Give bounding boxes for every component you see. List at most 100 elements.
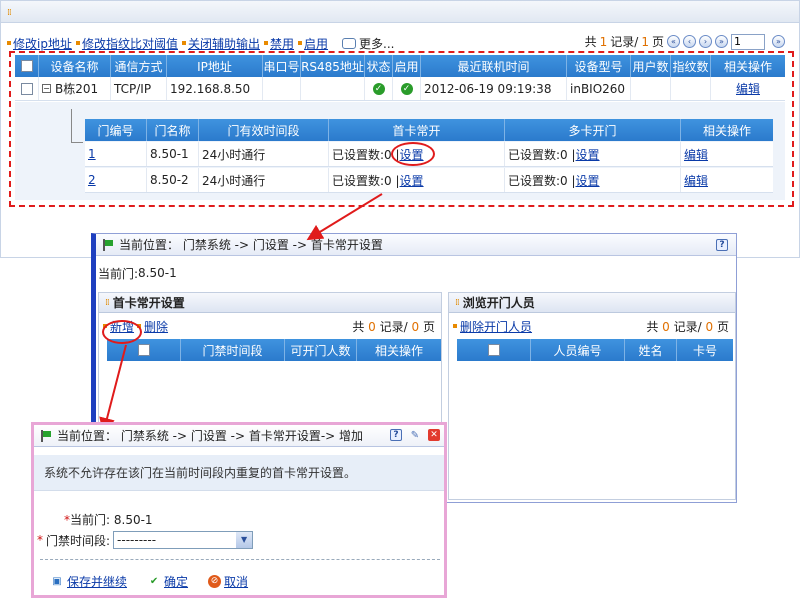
mid-title-bar: 当前位置： 门禁系统 -> 门设置 -> 首卡常开设置 ? — [96, 234, 736, 256]
first-card-count: 已设置数:0 | — [332, 173, 400, 188]
col-rs485: RS485地址 — [301, 55, 365, 77]
records-label: 记录/ — [379, 319, 408, 334]
highlight-circle — [102, 320, 142, 344]
disable-link[interactable]: 禁用 — [270, 35, 294, 52]
dialog-buttons: ▣ 保存并继续 ✔ 确定 ⊘ 取消 — [50, 573, 248, 590]
col-last-online[interactable]: 最近联机时间 — [421, 55, 567, 77]
openers-table-header: 人员编号 姓名 卡号 — [457, 339, 733, 361]
first-page-icon[interactable]: « — [667, 35, 680, 48]
device-table-header: 设备名称 通信方式 IP地址 串口号 RS485地址 状态 启用 最近联机时间 … — [15, 55, 785, 77]
device-fingerprints — [671, 77, 711, 100]
modify-threshold-link[interactable]: 修改指纹比对阈值 — [82, 35, 178, 52]
add-first-card-dialog: 当前位置： 门禁系统 -> 门设置 -> 首卡常开设置-> 增加 ? ✎ ✕ 系… — [31, 422, 447, 598]
edit-door-link[interactable]: 编辑 — [684, 172, 708, 189]
panel-header-strip: ⁞⁞ — [1, 1, 799, 23]
multi-card-set-link[interactable]: 设置 — [576, 146, 600, 163]
next-page-icon[interactable]: › — [699, 35, 712, 48]
pager-prefix: 共 — [584, 35, 597, 49]
page-count: 0 — [411, 319, 420, 334]
records-label: 记录/ — [610, 35, 639, 49]
bullet-icon — [263, 41, 268, 45]
select-all-checkbox[interactable] — [487, 344, 500, 356]
col-actions: 相关操作 — [723, 59, 772, 74]
select-all-checkbox[interactable] — [20, 60, 33, 72]
first-card-table-header: 门禁时间段 可开门人数 相关操作 — [107, 339, 441, 361]
door-table-header: 门编号 门名称 门有效时间段 首卡常开 多卡开门 相关操作 — [85, 119, 773, 141]
door-period: 24小时通行 — [199, 168, 329, 192]
delete-openers-link[interactable]: 删除开门人员 — [460, 318, 532, 335]
ok-button[interactable]: ✔ 确定 — [147, 573, 188, 590]
first-card-toolbar: 新增 删除 共 0 记录/ 0 页 — [99, 313, 441, 339]
flag-icon — [40, 429, 52, 442]
edit-device-link[interactable]: 编辑 — [736, 80, 760, 97]
ok-label: 确定 — [164, 575, 189, 589]
more-menu[interactable]: 更多... — [342, 35, 394, 52]
door-name: 8.50-1 — [147, 142, 199, 166]
tools-icon[interactable]: ✎ — [408, 429, 422, 443]
table-row[interactable]: 2 8.50-2 24小时通行 已设置数:0 | 设置 已设置数:0 | 设置 … — [85, 168, 773, 193]
close-aux-output-link[interactable]: 关闭辅助输出 — [188, 35, 260, 52]
page-count: 1 — [641, 34, 649, 49]
col-actions: 相关操作 — [374, 343, 423, 358]
bullet-icon — [181, 41, 186, 45]
device-users — [631, 77, 671, 100]
col-serial: 串口号 — [263, 55, 301, 77]
door-no-link[interactable]: 2 — [88, 173, 96, 187]
bullet-icon — [7, 41, 11, 45]
save-continue-button[interactable]: ▣ 保存并继续 — [50, 573, 127, 590]
door-no-link[interactable]: 1 — [88, 147, 96, 161]
col-comm: 通信方式 — [111, 55, 167, 77]
period-select-value: --------- — [117, 533, 157, 547]
col-person-no[interactable]: 人员编号 — [531, 339, 625, 361]
breadcrumb: 当前位置： 门禁系统 -> 门设置 -> 首卡常开设置 — [119, 238, 383, 252]
grip-icon: ⁞⁞ — [105, 297, 110, 308]
col-door-no[interactable]: 门编号 — [85, 119, 147, 141]
pages-label: 页 — [422, 319, 435, 334]
tree-line — [71, 142, 83, 143]
cancel-label: 取消 — [224, 575, 249, 589]
last-page-icon[interactable]: » — [715, 35, 728, 48]
period-select[interactable]: --------- ▼ — [113, 531, 254, 549]
status-ok-icon: ✓ — [372, 82, 385, 95]
bullet-icon — [75, 41, 80, 45]
select-all-checkbox[interactable] — [137, 344, 150, 356]
help-icon[interactable]: ? — [716, 238, 728, 251]
bullet-icon — [298, 41, 302, 45]
prev-page-icon[interactable]: ‹ — [683, 35, 696, 48]
go-page-icon[interactable]: » — [772, 35, 785, 48]
col-first-card: 首卡常开 — [329, 119, 505, 141]
pager-prefix: 共 — [646, 319, 659, 334]
device-name: B栋201 — [55, 82, 99, 96]
period-line: * 门禁时间段: --------- ▼ — [37, 531, 254, 549]
col-model: 设备型号 — [567, 55, 631, 77]
device-panel: ⁞⁞ 修改ip地址 修改指纹比对阈值 关闭辅助输出 禁用 启用 更多... 共 … — [0, 0, 800, 258]
current-door-label: 当前门: — [98, 266, 139, 281]
modify-ip-link[interactable]: 修改ip地址 — [13, 35, 72, 52]
notice-banner: 系统不允许存在该门在当前时间段内重复的首卡常开设置。 — [34, 455, 444, 491]
tree-line — [71, 109, 72, 143]
first-card-count: 已设置数:0 | — [332, 147, 400, 162]
delete-link[interactable]: 删除 — [144, 318, 168, 335]
multi-card-set-link[interactable]: 设置 — [576, 172, 600, 189]
close-icon[interactable]: ✕ — [428, 428, 440, 441]
table-row[interactable]: − B栋201 TCP/IP 192.168.8.50 ✓ ✓ 2012-06-1… — [15, 77, 785, 101]
cancel-button[interactable]: ⊘ 取消 — [208, 573, 248, 590]
first-card-pager: 共 0 记录/ 0 页 — [352, 318, 435, 335]
device-model: inBIO260 — [567, 77, 631, 100]
page-number-input[interactable] — [731, 33, 765, 50]
enable-link[interactable]: 启用 — [304, 35, 328, 52]
current-door-line: *当前门: 8.50-1 — [64, 513, 153, 527]
chevron-down-icon[interactable]: ▼ — [236, 532, 253, 548]
first-card-set-link[interactable]: 设置 — [400, 172, 424, 189]
col-device-name[interactable]: 设备名称 — [39, 55, 111, 77]
help-icon[interactable]: ? — [390, 428, 402, 441]
row-checkbox[interactable] — [20, 82, 33, 95]
edit-door-link[interactable]: 编辑 — [684, 146, 708, 163]
col-door-period: 门有效时间段 — [199, 119, 329, 141]
collapse-icon[interactable]: − — [42, 84, 51, 93]
dialog-title-bar: 当前位置： 门禁系统 -> 门设置 -> 首卡常开设置-> 增加 ? ✎ ✕ — [34, 425, 444, 447]
col-multi-card: 多卡开门 — [505, 119, 681, 141]
col-fingerprints: 指纹数 — [671, 55, 711, 77]
grip-icon: ⁞⁞ — [455, 297, 460, 308]
col-users: 用户数 — [631, 55, 671, 77]
